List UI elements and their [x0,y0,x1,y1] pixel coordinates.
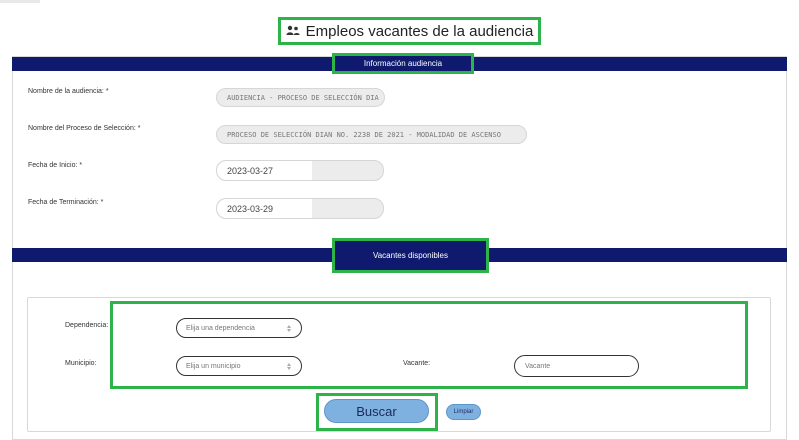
dependencia-select[interactable]: Elija una dependencia [176,318,302,338]
fecha-terminacion-field: 2023-03-29 [216,198,384,219]
users-icon [286,25,300,35]
chevron-updown-icon [286,324,292,332]
limpiar-button[interactable]: Limpiar [446,404,481,420]
chevron-updown-icon [286,362,292,370]
info-section-title: Información audiencia [332,53,474,74]
proceso-name-field: PROCESO DE SELECCIÓN DIAN NO. 2238 DE 20… [216,125,527,144]
page-title-text: Empleos vacantes de la audiencia [305,22,534,40]
dependencia-label: Dependencia: [65,322,109,329]
fecha-inicio-value: 2023-03-27 [217,161,312,180]
fecha-inicio-field: 2023-03-27 [216,160,384,181]
vacantes-section-title-text: Vacantes disponibles [372,251,448,260]
vacante-input[interactable] [514,355,639,377]
buscar-button[interactable]: Buscar [324,399,429,423]
dependencia-placeholder: Elija una dependencia [186,324,255,332]
proceso-name-label: Nombre del Proceso de Selección: * [28,125,141,132]
audiencia-name-label: Nombre de la audiencia: * [28,88,109,95]
municipio-select[interactable]: Elija un municipio [176,356,302,376]
municipio-placeholder: Elija un municipio [186,362,241,370]
fecha-inicio-label: Fecha de Inicio: * [28,162,83,169]
fecha-terminacion-value: 2023-03-29 [217,199,312,218]
audiencia-name-field: AUDIENCIA - PROCESO DE SELECCIÓN DIA [216,88,385,107]
vacantes-section-title: Vacantes disponibles [332,238,489,273]
corner-decoration [0,0,40,3]
fecha-terminacion-label: Fecha de Terminación: * [28,199,104,206]
page-title: Empleos vacantes de la audiencia [278,17,541,45]
municipio-label: Municipio: [65,360,97,367]
info-section-title-text: Información audiencia [363,59,443,68]
vacante-label: Vacante: [403,360,431,367]
